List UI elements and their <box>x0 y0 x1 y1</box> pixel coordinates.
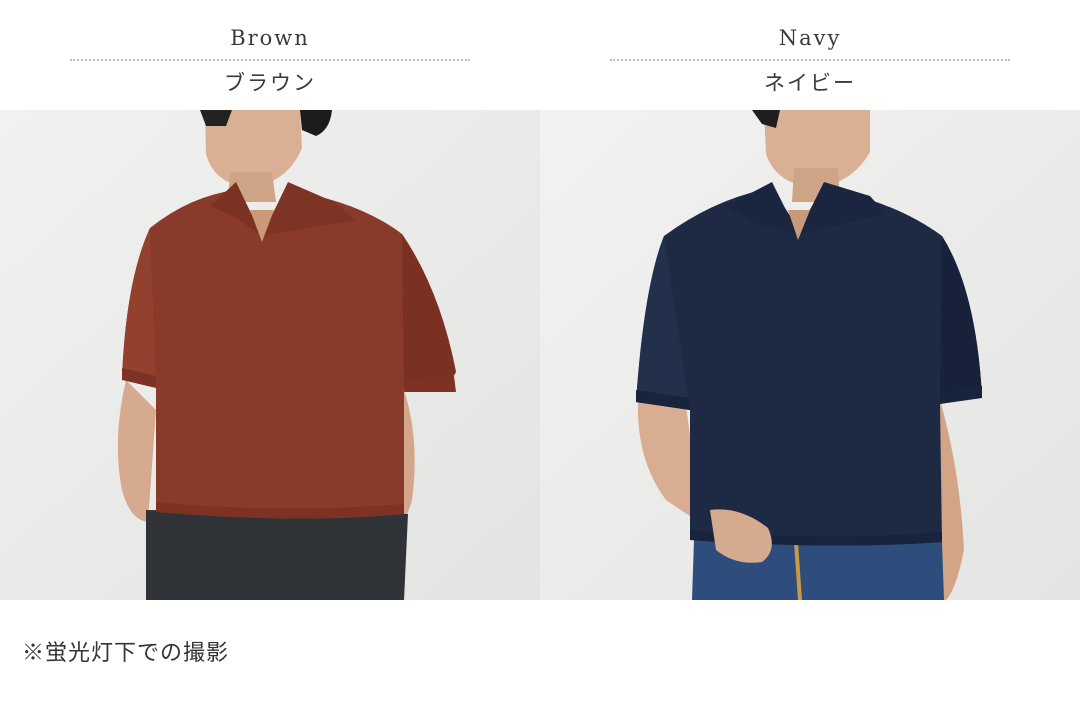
color-name-ja: ネイビー <box>764 71 856 95</box>
dotted-divider <box>70 59 470 61</box>
variant-label-navy: Navy ネイビー <box>610 0 1010 110</box>
lighting-note: ※蛍光灯下での撮影 <box>22 641 230 666</box>
dotted-divider <box>610 59 1010 61</box>
photo-navy-polo <box>540 110 1080 600</box>
photo-brown-polo-image <box>0 110 540 600</box>
variant-label-brown: Brown ブラウン <box>70 0 470 110</box>
color-name-en: Navy <box>778 26 842 50</box>
color-name-en: Brown <box>230 26 310 50</box>
photo-navy-polo-image <box>540 110 1080 600</box>
photo-brown-polo <box>0 110 540 600</box>
product-photos <box>0 110 1080 600</box>
color-name-ja: ブラウン <box>224 71 316 95</box>
color-label-header: Brown ブラウン Navy ネイビー <box>0 0 1080 110</box>
